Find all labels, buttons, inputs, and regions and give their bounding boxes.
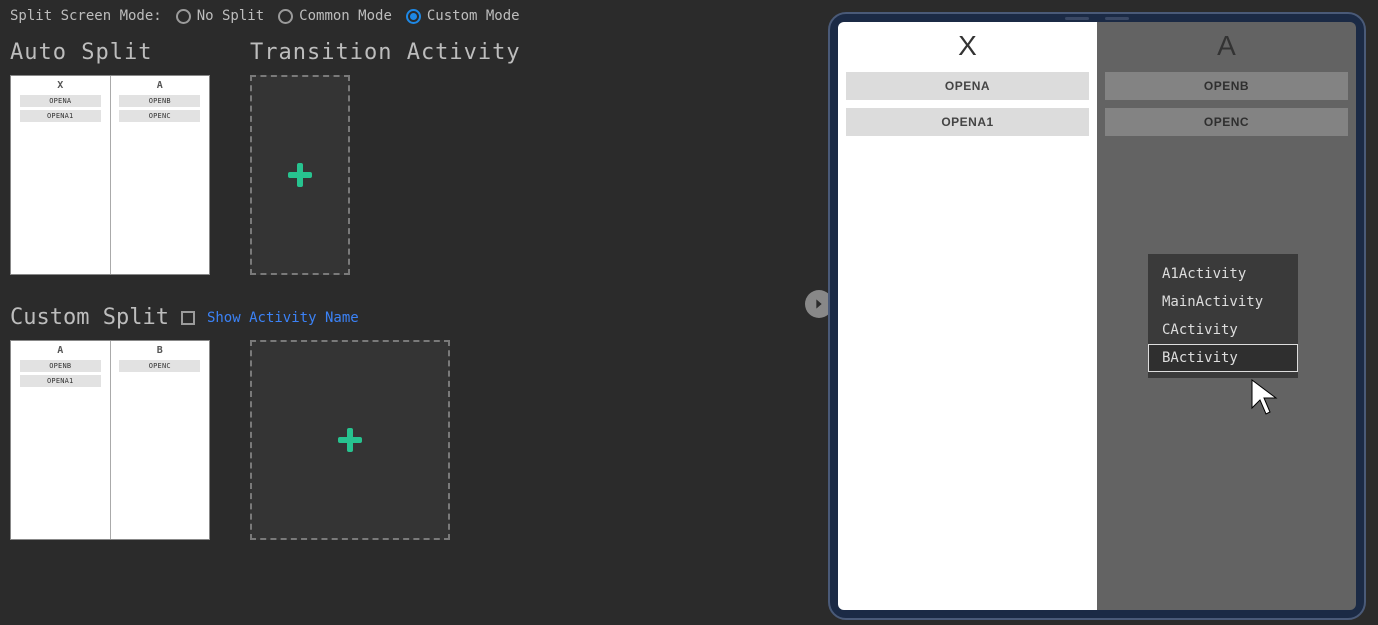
context-menu-item[interactable]: CActivity [1148, 316, 1298, 344]
auto-split-title: Auto Split [10, 40, 210, 65]
radio-custom-mode-label: Custom Mode [427, 8, 520, 24]
radio-icon [406, 9, 421, 24]
radio-icon [278, 9, 293, 24]
activity-context-menu: A1Activity MainActivity CActivity BActiv… [1148, 254, 1298, 378]
custom-split-header: Custom Split Show Activity Name [0, 305, 800, 340]
mini-pane-row: OPENA1 [20, 110, 101, 122]
device-row[interactable]: OPENA1 [846, 108, 1089, 136]
mini-pane-title: X [57, 80, 63, 92]
cursor-icon [1250, 378, 1280, 422]
device-pane-left: X OPENA OPENA1 [838, 22, 1097, 610]
plus-icon [338, 428, 362, 452]
mini-pane-row: OPENB [20, 360, 101, 372]
plus-icon [288, 163, 312, 187]
add-custom-split-button[interactable] [250, 340, 450, 540]
mini-pane-row: OPENB [119, 95, 200, 107]
show-activity-name-label[interactable]: Show Activity Name [207, 310, 359, 326]
device-row[interactable]: OPENB [1105, 72, 1348, 100]
arrow-right-icon [811, 296, 827, 312]
mini-pane-title: B [157, 345, 163, 357]
mini-pane-row: OPENC [119, 360, 200, 372]
device-pane-right-title: A [1097, 22, 1356, 68]
auto-split-preview-left: X OPENA OPENA1 [11, 76, 110, 274]
device-row[interactable]: OPENC [1105, 108, 1348, 136]
left-config-panel: Auto Split X OPENA OPENA1 A OPENB OPENC … [0, 40, 800, 570]
radio-no-split[interactable]: No Split [176, 8, 264, 24]
custom-split-preview-left: A OPENB OPENA1 [11, 341, 110, 539]
mini-pane-row: OPENC [119, 110, 200, 122]
device-preview-frame: X OPENA OPENA1 A OPENB OPENC A1Activity … [828, 12, 1366, 620]
context-menu-item[interactable]: MainActivity [1148, 288, 1298, 316]
context-menu-item[interactable]: BActivity [1148, 344, 1298, 372]
show-activity-name-checkbox[interactable] [181, 311, 195, 325]
custom-split-preview-right: B OPENC [110, 341, 210, 539]
context-menu-item[interactable]: A1Activity [1148, 260, 1298, 288]
transition-activity-section: Transition Activity [250, 40, 521, 275]
add-transition-activity-button[interactable] [250, 75, 350, 275]
split-mode-label: Split Screen Mode: [10, 8, 162, 24]
auto-split-section: Auto Split X OPENA OPENA1 A OPENB OPENC [10, 40, 210, 275]
auto-split-preview[interactable]: X OPENA OPENA1 A OPENB OPENC [10, 75, 210, 275]
radio-icon [176, 9, 191, 24]
radio-no-split-label: No Split [197, 8, 264, 24]
radio-common-mode-label: Common Mode [299, 8, 392, 24]
transition-activity-title: Transition Activity [250, 40, 521, 65]
auto-split-preview-right: A OPENB OPENC [110, 76, 210, 274]
custom-split-title: Custom Split [10, 305, 169, 330]
mini-pane-row: OPENA1 [20, 375, 101, 387]
device-pane-left-title: X [838, 22, 1097, 68]
radio-common-mode[interactable]: Common Mode [278, 8, 392, 24]
radio-custom-mode[interactable]: Custom Mode [406, 8, 520, 24]
custom-split-preview[interactable]: A OPENB OPENA1 B OPENC [10, 340, 210, 540]
mini-pane-row: OPENA [20, 95, 101, 107]
device-preview-screen: X OPENA OPENA1 A OPENB OPENC A1Activity … [838, 22, 1356, 610]
device-notch [1065, 17, 1129, 20]
mini-pane-title: A [57, 345, 63, 357]
device-row[interactable]: OPENA [846, 72, 1089, 100]
mini-pane-title: A [157, 80, 163, 92]
